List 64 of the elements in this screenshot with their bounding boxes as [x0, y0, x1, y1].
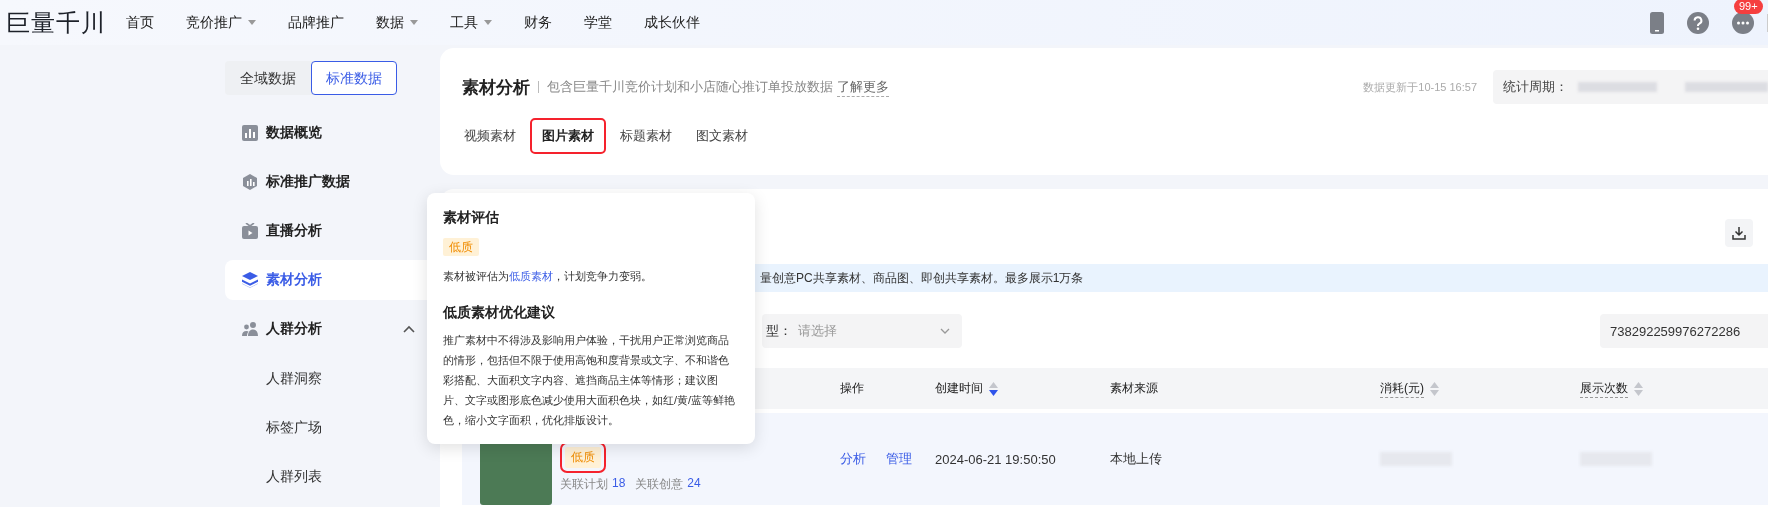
- related-plans-label: 关联计划: [560, 475, 608, 493]
- sidebar-item[interactable]: 直播分析: [225, 211, 440, 251]
- type-select[interactable]: 型： 请选择: [762, 314, 962, 348]
- phone-button[interactable]: [1650, 11, 1664, 34]
- column-header[interactable]: 操作: [840, 380, 864, 397]
- table-cell: 本地上传: [1110, 450, 1162, 468]
- nav-menu-item[interactable]: 工具: [450, 13, 492, 32]
- related-plans-count[interactable]: 18: [612, 475, 626, 493]
- column-header[interactable]: 消耗(元): [1380, 379, 1424, 398]
- scope-tab[interactable]: 标准数据: [311, 61, 397, 95]
- material-tab[interactable]: 图文素材: [686, 119, 758, 153]
- download-button[interactable]: [1725, 219, 1753, 247]
- help-button[interactable]: [1687, 11, 1709, 34]
- search-field[interactable]: 738292259976272286: [1600, 314, 1768, 348]
- caret-down-icon: [410, 19, 418, 26]
- people-icon: [242, 321, 258, 337]
- nav-menu-item[interactable]: 品牌推广: [288, 13, 344, 32]
- sidebar-item[interactable]: 人群分析: [225, 309, 440, 349]
- column-header[interactable]: 创建时间: [935, 380, 983, 397]
- nav-menu-item[interactable]: 成长伙伴: [644, 13, 700, 32]
- column-header[interactable]: 素材来源: [1110, 380, 1158, 397]
- nav-menu-item[interactable]: 数据: [376, 13, 418, 32]
- popover-title: 素材评估: [443, 209, 500, 227]
- column-header[interactable]: 展示次数: [1580, 379, 1628, 398]
- sidebar-item[interactable]: 数据概览: [225, 113, 440, 153]
- nav-menu-item[interactable]: 学堂: [584, 13, 612, 32]
- related-creatives-label: 关联创意: [635, 475, 684, 493]
- sidebar-item[interactable]: 标准推广数据: [225, 162, 440, 202]
- download-icon: [1732, 226, 1746, 240]
- action-link[interactable]: 分析: [840, 450, 866, 468]
- material-tab[interactable]: 图片素材: [530, 118, 606, 154]
- logo[interactable]: 巨量千川: [6, 6, 116, 39]
- phone-icon: [1650, 11, 1664, 34]
- help-icon: [1687, 11, 1709, 34]
- notification-badge: 99+: [1734, 0, 1763, 14]
- caret-down-icon: [484, 19, 492, 26]
- page-subtitle: 包含巨量千川竞价计划和小店随心推订单投放数据: [547, 78, 833, 96]
- chat-icon: [1732, 11, 1754, 34]
- quality-tag: 低质: [443, 238, 479, 256]
- message-button[interactable]: [1732, 11, 1754, 34]
- table-cell: 2024-06-21 19:50:50: [935, 451, 1056, 467]
- learn-more-link[interactable]: 了解更多: [837, 77, 889, 97]
- evaluation-text: 素材被评估为低质素材，计划竞争力变弱。: [443, 269, 653, 284]
- page-title: 素材分析: [462, 76, 530, 99]
- layers-icon: [242, 272, 258, 288]
- update-time: 数据更新于10-15 16:57: [1363, 79, 1477, 95]
- advice-text: 推广素材中不得涉及影响用户体验，干扰用户正常浏览商品的情形，包括但不限于使用高饱和度背景或文字、不和谐色彩搭配、大面积文字内容、遮挡商品主体等情形；建议图片、文字或图形底色减少使用大面积色块，如红/黄/蓝等鲜艳色，缩小文字面积，优化排版设计。: [443, 333, 737, 428]
- tv-icon: [242, 223, 258, 239]
- cube-chart-icon: [242, 174, 258, 190]
- nav-menu-item[interactable]: 竞价推广: [186, 13, 256, 32]
- period-picker[interactable]: 统计周期：: [1493, 70, 1768, 104]
- material-tab[interactable]: 视频素材: [462, 119, 526, 153]
- scope-tab[interactable]: 全域数据: [225, 61, 311, 95]
- action-link[interactable]: 管理: [886, 450, 912, 468]
- advice-title: 低质素材优化建议: [443, 304, 556, 322]
- sidebar-subitem[interactable]: 人群列表: [225, 456, 440, 496]
- caret-down-icon: [248, 19, 256, 26]
- chevron-down-icon: [940, 328, 950, 334]
- material-tab[interactable]: 标题素材: [610, 119, 682, 153]
- nav-menu-item[interactable]: 首页: [126, 13, 154, 32]
- bar-chart-icon: [242, 125, 258, 141]
- related-creatives-count[interactable]: 24: [687, 475, 701, 493]
- quality-link[interactable]: 低质素材: [509, 270, 553, 282]
- nav-menu-item[interactable]: 财务: [524, 13, 552, 32]
